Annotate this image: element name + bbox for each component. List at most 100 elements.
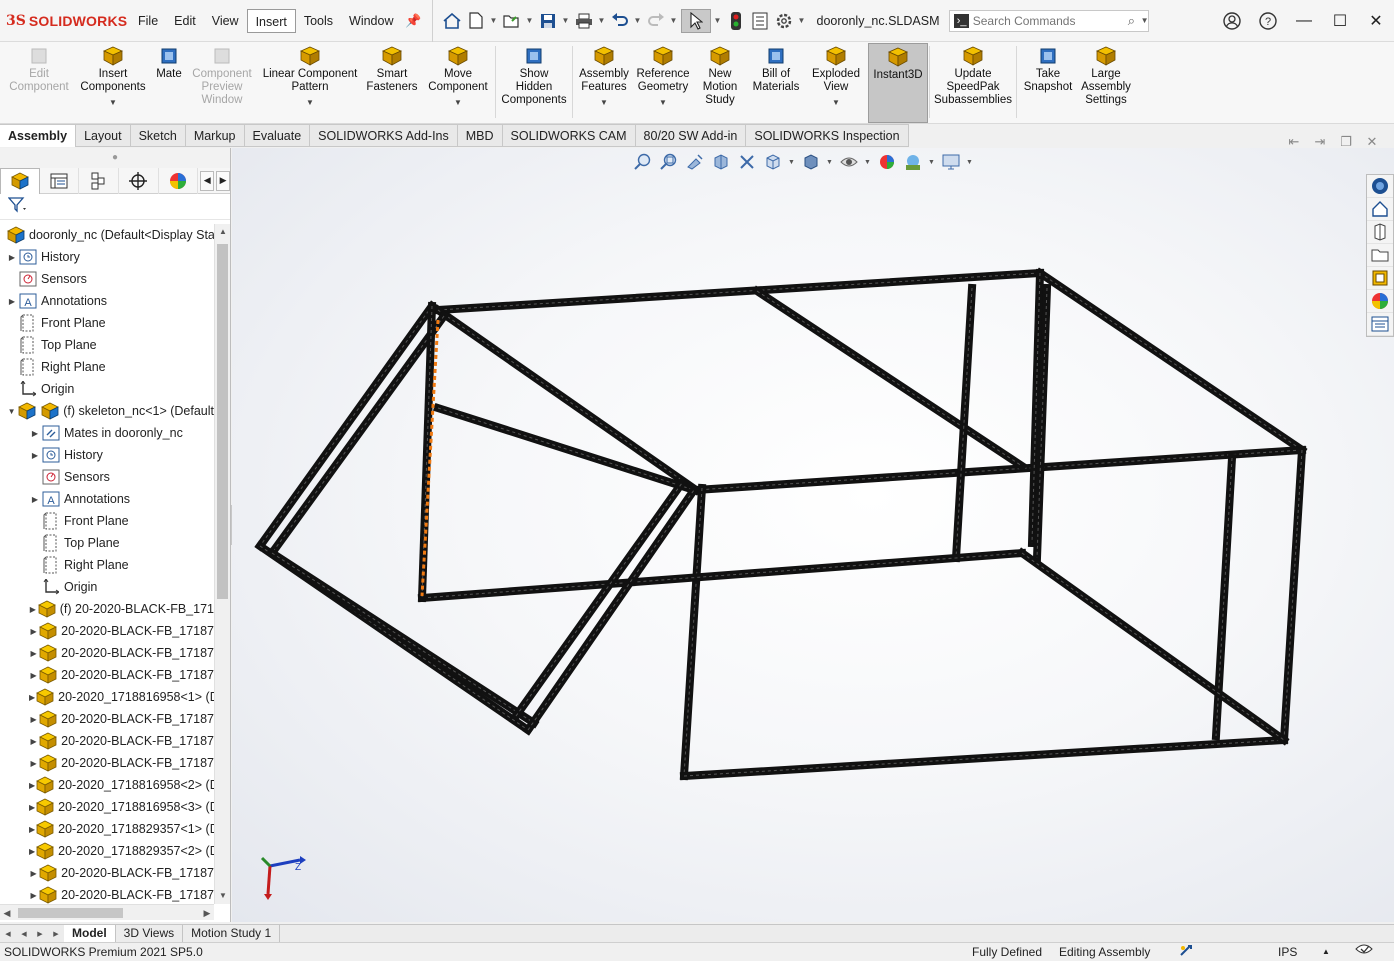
redo-dropdown-icon[interactable]: ▼ — [669, 16, 679, 25]
menu-window[interactable]: Window — [341, 9, 401, 33]
tree-item[interactable]: ▶ 20-2020_1718816958<2> (D — [0, 774, 214, 796]
panel-grip[interactable]: ● — [0, 148, 230, 168]
menu-insert[interactable]: Insert — [246, 8, 296, 33]
bottom-tab-3d-views[interactable]: 3D Views — [116, 924, 184, 943]
new-document-icon[interactable] — [465, 9, 487, 33]
scroll-down-arrow[interactable]: ▼ — [215, 888, 231, 904]
undo-icon[interactable] — [609, 9, 631, 33]
expand-arrow-icon[interactable]: ▶ — [29, 649, 38, 658]
chevron-down-icon[interactable]: ▼ — [928, 159, 936, 166]
chevron-down-icon[interactable]: ▼ — [966, 159, 974, 166]
tree-item[interactable]: Right Plane — [0, 554, 214, 576]
scroll-left-arrow[interactable]: ◀ — [0, 905, 14, 921]
print-dropdown-icon[interactable]: ▼ — [597, 16, 607, 25]
tab-nav-prev-icon[interactable]: ◀ — [16, 930, 32, 938]
assembly-model-view[interactable]: Z — [232, 148, 1394, 922]
tree-item[interactable]: ▶ 20-2020-BLACK-FB_17187 — [0, 664, 214, 686]
tree-item[interactable]: ▶ 20-2020-BLACK-FB_17187 — [0, 708, 214, 730]
expand-arrow-icon[interactable]: ▶ — [29, 869, 38, 878]
expand-arrow-icon[interactable]: ▶ — [29, 605, 37, 614]
tree-item[interactable]: Top Plane — [0, 532, 214, 554]
expand-arrow-icon[interactable]: ▶ — [29, 671, 38, 680]
exploded-view-button[interactable]: Exploded View ▼ — [808, 46, 864, 109]
open-dropdown-icon[interactable]: ▼ — [525, 16, 535, 25]
help-icon[interactable]: ? — [1250, 0, 1286, 42]
tree-item[interactable]: ▶ 20-2020_1718829357<1> (D — [0, 818, 214, 840]
tree-vertical-scrollbar[interactable]: ▲ ▼ — [214, 224, 230, 904]
redo-icon[interactable] — [645, 9, 667, 33]
panel-tabs-left-arrow[interactable]: ◀ — [200, 170, 215, 191]
hscroll-thumb[interactable] — [18, 908, 123, 918]
expand-arrow-icon[interactable]: ▶ — [6, 253, 18, 262]
menu-view[interactable]: View — [204, 9, 247, 33]
new-dropdown-icon[interactable]: ▼ — [489, 16, 499, 25]
previous-view-icon[interactable] — [684, 152, 706, 172]
options-dropdown-icon[interactable]: ▼ — [797, 16, 807, 25]
tab-assembly[interactable]: Assembly — [0, 124, 77, 147]
zoom-to-area-icon[interactable] — [658, 152, 680, 172]
mate-button[interactable]: Mate — [152, 46, 186, 81]
tree-item[interactable]: Sensors — [0, 268, 214, 290]
save-dropdown-icon[interactable]: ▼ — [561, 16, 571, 25]
insert-components-button[interactable]: Insert Components ▼ — [78, 46, 148, 109]
print-icon[interactable] — [573, 9, 595, 33]
chevron-down-icon[interactable]: ▼ — [576, 96, 632, 109]
assembly-features-button[interactable]: Assembly Features ▼ — [576, 46, 632, 109]
tree-item[interactable]: Front Plane — [0, 312, 214, 334]
search-icon[interactable]: ⌕ — [1128, 13, 1141, 29]
linear-pattern-button[interactable]: Linear Component Pattern ▼ — [258, 46, 362, 109]
tree-item[interactable]: ▶ 20-2020-BLACK-FB_17187 — [0, 862, 214, 884]
tree-item[interactable]: ▶ 20-2020_1718816958<3> (D — [0, 796, 214, 818]
dynamic-annotation-icon[interactable] — [736, 152, 758, 172]
tree-item[interactable]: ▶ History — [0, 444, 214, 466]
chevron-down-icon[interactable]: ▼ — [864, 159, 872, 166]
bottom-tab-motion-study-1[interactable]: Motion Study 1 — [183, 924, 281, 943]
menu-tools[interactable]: Tools — [296, 9, 341, 33]
expand-arrow-icon[interactable]: ▶ — [29, 495, 41, 504]
snapshot-button[interactable]: Take Snapshot — [1020, 46, 1076, 94]
reference-geometry-button[interactable]: Reference Geometry ▼ — [634, 46, 692, 109]
tree-horizontal-scrollbar[interactable]: ◀ ▶ — [0, 904, 214, 920]
motion-study-button[interactable]: New Motion Study — [698, 46, 742, 107]
tab-mbd[interactable]: MBD — [457, 124, 503, 147]
open-document-icon[interactable] — [501, 9, 523, 33]
tab-layout[interactable]: Layout — [76, 124, 131, 147]
tree-item[interactable]: ▶ 20-2020-BLACK-FB_17187 — [0, 752, 214, 774]
featuremanager-tab-icon[interactable] — [0, 167, 40, 194]
pin-menu-icon[interactable]: 📌 — [402, 13, 426, 29]
file-explorer-icon[interactable] — [1367, 221, 1393, 244]
show-hidden-button[interactable]: Show Hidden Components — [498, 46, 570, 107]
close-icon[interactable]: ✕ — [1358, 0, 1394, 42]
search-commands-box[interactable]: ›_ ⌕ ▼ — [949, 9, 1150, 32]
menu-file[interactable]: File — [130, 9, 166, 33]
edit-appearance-icon[interactable] — [876, 152, 898, 172]
collapse-arrow-icon[interactable]: ▼ — [6, 407, 17, 416]
solidworks-resources-icon[interactable] — [1367, 175, 1393, 198]
tree-item[interactable]: Top Plane — [0, 334, 214, 356]
display-colors-icon[interactable] — [1367, 290, 1393, 313]
expand-arrow-icon[interactable]: ▶ — [29, 759, 38, 768]
configurationmanager-tab-icon[interactable] — [79, 167, 119, 194]
tree-item[interactable]: ▶ A Annotations — [0, 290, 214, 312]
tab-evaluate[interactable]: Evaluate — [244, 124, 311, 147]
move-component-button[interactable]: Move Component ▼ — [424, 46, 492, 109]
chevron-down-icon[interactable]: ▼ — [826, 159, 834, 166]
propertymanager-tab-icon[interactable] — [40, 167, 80, 194]
scroll-thumb[interactable] — [217, 244, 228, 599]
design-library-icon[interactable] — [1367, 198, 1393, 221]
chevron-down-icon[interactable]: ▼ — [78, 96, 148, 109]
display-manager-tab-icon[interactable] — [159, 167, 199, 194]
rebuild-icon[interactable] — [725, 9, 747, 33]
tree-item[interactable]: dooronly_nc (Default<Display Stat — [0, 224, 214, 246]
tree-item[interactable]: ▶ 20-2020_1718829357<2> (D — [0, 840, 214, 862]
tree-item[interactable]: ▶ 20-2020-BLACK-FB_17187 — [0, 642, 214, 664]
expand-arrow-icon[interactable]: ▶ — [29, 715, 38, 724]
tree-item[interactable]: ▼ (f) skeleton_nc<1> (Default — [0, 400, 214, 422]
select-cursor-icon[interactable] — [680, 8, 711, 33]
tree-item[interactable]: Right Plane — [0, 356, 214, 378]
smart-fasteners-button[interactable]: Smart Fasteners — [364, 46, 420, 94]
tree-item[interactable]: Origin — [0, 576, 214, 598]
tree-item[interactable]: Front Plane — [0, 510, 214, 532]
chevron-down-icon[interactable]: ▼ — [788, 159, 796, 166]
units-up-arrow[interactable]: ▲ — [1322, 943, 1330, 961]
